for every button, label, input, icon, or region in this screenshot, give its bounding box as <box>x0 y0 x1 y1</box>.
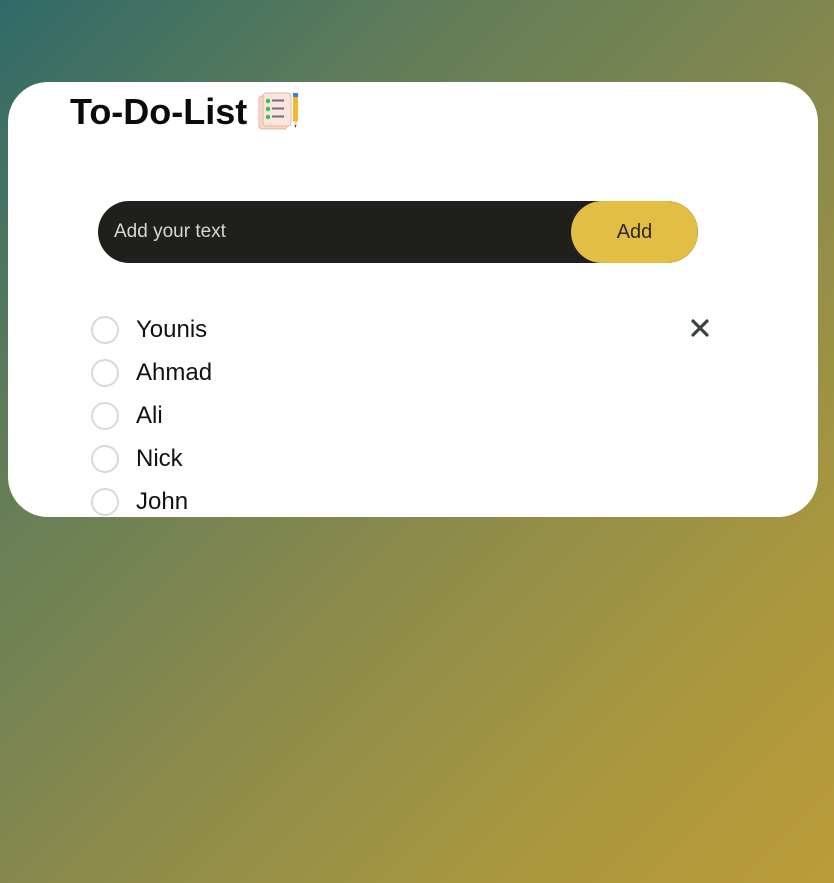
task-input[interactable] <box>98 201 571 263</box>
list-item[interactable]: John <box>90 480 730 517</box>
checkbox-circle-icon[interactable] <box>91 358 119 387</box>
app-header: To-Do-List <box>70 92 301 132</box>
checkbox-circle-icon[interactable] <box>91 444 119 473</box>
checklist-icon <box>257 92 301 132</box>
checkbox-circle-icon[interactable] <box>91 401 119 430</box>
todo-card: To-Do-List Add Younis <box>8 82 818 517</box>
list-item[interactable]: Nick <box>90 437 730 480</box>
add-button[interactable]: Add <box>571 201 698 263</box>
task-label: Younis <box>136 315 208 343</box>
page-title: To-Do-List <box>70 91 248 132</box>
task-label: John <box>136 487 189 515</box>
list-item[interactable]: Ahmad <box>90 351 730 394</box>
list-item[interactable]: Ali <box>90 394 730 437</box>
task-label: Ali <box>136 401 163 429</box>
task-list: Younis Ahmad Ali Nick John <box>90 308 730 517</box>
add-task-form: Add <box>98 201 698 263</box>
close-icon[interactable] <box>686 314 714 342</box>
checkbox-circle-icon[interactable] <box>91 487 119 516</box>
checkbox-circle-icon[interactable] <box>91 315 119 344</box>
task-label: Ahmad <box>136 358 213 386</box>
task-label: Nick <box>136 444 183 472</box>
list-item[interactable]: Younis <box>90 308 730 351</box>
